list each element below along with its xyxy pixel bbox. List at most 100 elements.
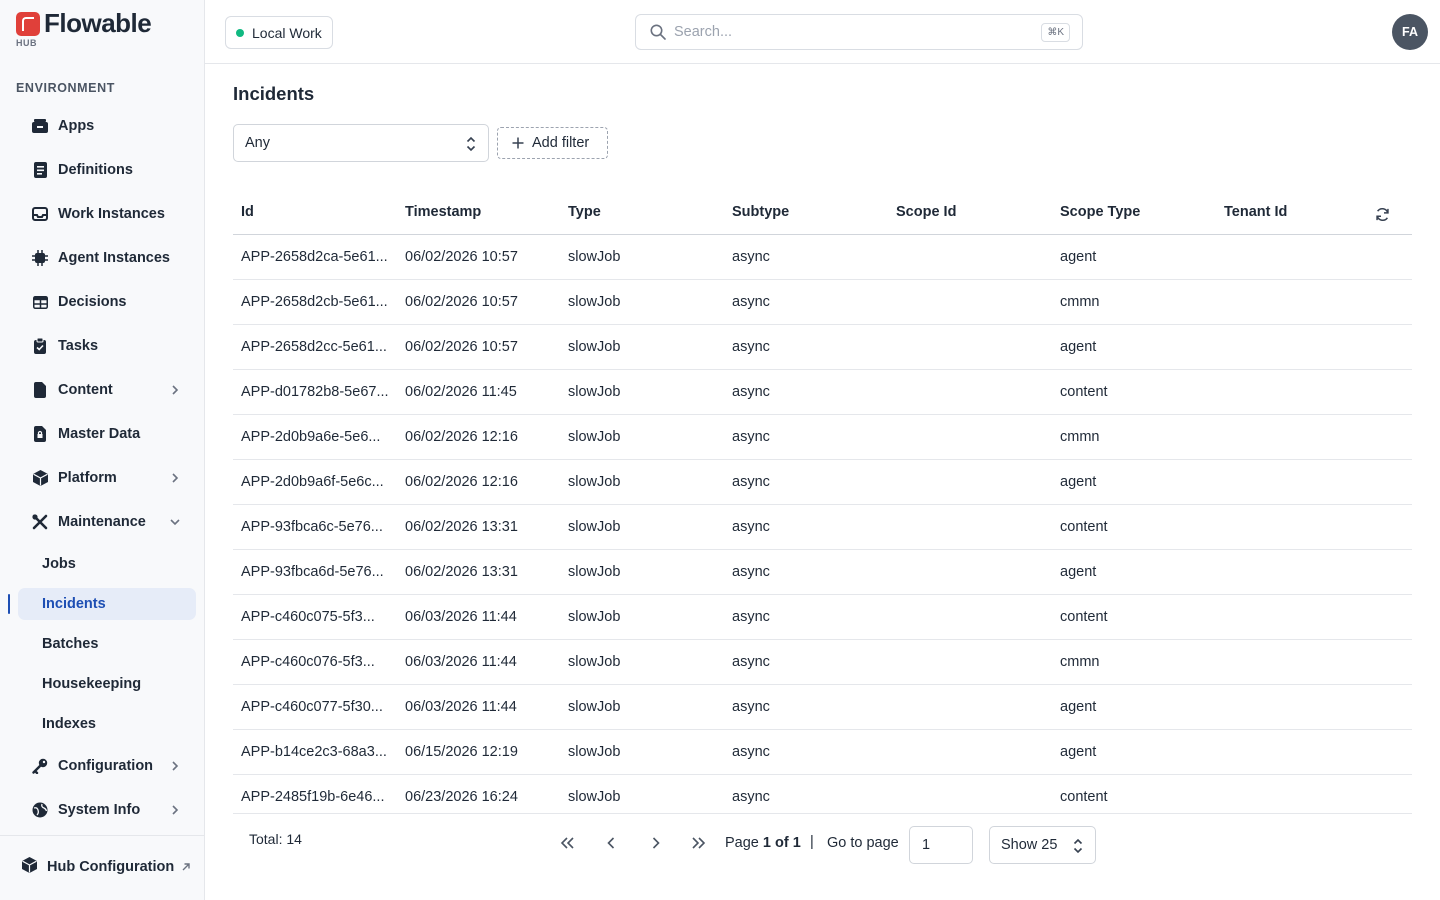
table-divider — [233, 813, 1412, 814]
cell-scope-type: agent — [1060, 339, 1097, 355]
sidebar-item-agent-instances[interactable]: Agent Instances — [18, 242, 196, 274]
table-row[interactable]: APP-2658d2ca-5e61... 06/02/2026 10:57 slow… — [233, 235, 1412, 280]
cube-icon — [22, 856, 37, 878]
table-icon — [32, 294, 48, 310]
sidebar-subitem-jobs[interactable]: Jobs — [18, 548, 196, 580]
first-page-button[interactable] — [557, 833, 577, 853]
last-page-button[interactable] — [689, 833, 709, 853]
page-prefix: Page — [725, 835, 759, 851]
cell-scope-type: agent — [1060, 249, 1097, 265]
sidebar-item-label: Master Data — [58, 426, 141, 442]
page-size-select[interactable]: Show 25 — [989, 826, 1096, 864]
cell-type: slowJob — [568, 654, 621, 670]
cell-scope-type: content — [1060, 519, 1108, 535]
search-input[interactable] — [674, 24, 1014, 40]
cell-type: slowJob — [568, 294, 621, 310]
column-header-tenant-id[interactable]: Tenant Id — [1224, 204, 1287, 220]
chevron-right-icon — [172, 385, 179, 395]
sidebar-item-label: System Info — [58, 802, 141, 818]
cell-type: slowJob — [568, 564, 621, 580]
sidebar-item-label: Decisions — [58, 294, 127, 310]
refresh-icon[interactable] — [1375, 207, 1390, 222]
sidebar-item-platform[interactable]: Platform — [18, 462, 196, 494]
cell-subtype: async — [732, 339, 770, 355]
sidebar-item-label: Configuration — [58, 758, 154, 774]
page-size-value: Show 25 — [1001, 837, 1058, 853]
sidebar-item-tasks[interactable]: Tasks — [18, 330, 196, 362]
sidebar-footer: Hub Configuration — [0, 835, 205, 900]
table-row[interactable]: APP-c460c075-5f3... 06/03/2026 11:44 slowJ… — [233, 595, 1412, 640]
flowable-logo[interactable]: Flowable HUB — [16, 10, 152, 48]
sidebar-item-label: Work Instances — [58, 206, 165, 222]
document-icon — [32, 382, 48, 398]
search-box[interactable]: ⌘K — [635, 14, 1083, 50]
chevron-double-left-icon — [560, 837, 574, 849]
hub-configuration-link[interactable]: Hub Configuration — [8, 850, 198, 884]
table-row[interactable]: APP-2485f19b-6e46... 06/23/2026 16:24 slow… — [233, 775, 1412, 813]
search-icon — [650, 24, 666, 40]
table-row[interactable]: APP-2d0b9a6f-5e6c... 06/02/2026 12:16 slow… — [233, 460, 1412, 505]
table-row[interactable]: APP-b14ce2c3-68a3... 06/15/2026 12:19 slow… — [233, 730, 1412, 775]
column-header-scope-type[interactable]: Scope Type — [1060, 204, 1140, 220]
chevron-up-down-icon — [466, 136, 476, 152]
cell-subtype: async — [732, 609, 770, 625]
go-to-page-input[interactable] — [909, 826, 973, 864]
cell-scope-type: content — [1060, 384, 1108, 400]
sidebar-item-decisions[interactable]: Decisions — [18, 286, 196, 318]
table-row[interactable]: APP-93fbca6d-5e76... 06/02/2026 13:31 slow… — [233, 550, 1412, 595]
previous-page-button[interactable] — [601, 833, 621, 853]
sidebar-subitem-incidents[interactable]: Incidents — [18, 588, 196, 620]
sidebar-item-maintenance[interactable]: Maintenance — [18, 506, 196, 538]
sidebar-subitem-indexes[interactable]: Indexes — [18, 708, 196, 740]
sidebar-item-system-info[interactable]: System Info — [18, 794, 196, 826]
incident-filter-select[interactable]: Any — [233, 124, 489, 162]
cell-subtype: async — [732, 294, 770, 310]
table-row[interactable]: APP-2658d2cb-5e61... 06/02/2026 10:57 slow… — [233, 280, 1412, 325]
table-row[interactable]: APP-93fbca6c-5e76... 06/02/2026 13:31 slow… — [233, 505, 1412, 550]
cell-id: APP-c460c076-5f3... — [241, 654, 375, 670]
sidebar-item-label: Definitions — [58, 162, 133, 178]
chevron-right-icon — [172, 473, 179, 483]
table-row[interactable]: APP-2658d2cc-5e61... 06/02/2026 10:57 slow… — [233, 325, 1412, 370]
add-filter-label: Add filter — [532, 135, 590, 151]
sidebar-item-content[interactable]: Content — [18, 374, 196, 406]
cell-id: APP-2d0b9a6e-5e6... — [241, 429, 381, 445]
page-title: Incidents — [233, 83, 315, 104]
cell-type: slowJob — [568, 744, 621, 760]
chevron-right-icon — [172, 805, 179, 815]
definitions-icon — [32, 162, 48, 178]
cell-timestamp: 06/02/2026 11:45 — [405, 384, 517, 400]
document-lock-icon — [32, 426, 48, 442]
apps-icon — [32, 118, 48, 134]
table-row[interactable]: APP-2d0b9a6e-5e6... 06/02/2026 12:16 slowJ… — [233, 415, 1412, 460]
table-row[interactable]: APP-c460c077-5f30... 06/03/2026 11:44 slow… — [233, 685, 1412, 730]
column-header-type[interactable]: Type — [568, 204, 601, 220]
search-shortcut-badge: ⌘K — [1041, 23, 1070, 42]
chevron-double-right-icon — [692, 837, 706, 849]
table-row[interactable]: APP-d01782b8-5e67... 06/02/2026 11:45 slow… — [233, 370, 1412, 415]
add-filter-button[interactable]: Add filter — [497, 127, 608, 159]
next-page-button[interactable] — [646, 833, 666, 853]
sidebar-item-master-data[interactable]: Master Data — [18, 418, 196, 450]
column-header-id[interactable]: Id — [241, 204, 254, 220]
top-bar: Local Work ⌘K FA — [205, 0, 1440, 64]
table-row[interactable]: APP-c460c076-5f3... 06/03/2026 11:44 slowJ… — [233, 640, 1412, 685]
cell-scope-type: agent — [1060, 744, 1097, 760]
column-header-scope-id[interactable]: Scope Id — [896, 204, 956, 220]
plus-icon — [512, 137, 524, 149]
column-header-subtype[interactable]: Subtype — [732, 204, 789, 220]
cell-subtype: async — [732, 384, 770, 400]
sidebar-item-definitions[interactable]: Definitions — [18, 154, 196, 186]
sidebar-item-configuration[interactable]: Configuration — [18, 750, 196, 782]
sidebar-item-work-instances[interactable]: Work Instances — [18, 198, 196, 230]
sidebar-subitem-housekeeping[interactable]: Housekeeping — [18, 668, 196, 700]
environment-selector[interactable]: Local Work — [225, 16, 333, 49]
cell-id: APP-c460c077-5f30... — [241, 699, 383, 715]
cell-id: APP-c460c075-5f3... — [241, 609, 375, 625]
user-avatar[interactable]: FA — [1392, 14, 1428, 50]
inbox-icon — [32, 206, 48, 222]
column-header-timestamp[interactable]: Timestamp — [405, 204, 481, 220]
sidebar-subitem-batches[interactable]: Batches — [18, 628, 196, 660]
sidebar-item-apps[interactable]: Apps — [18, 110, 196, 142]
sidebar-item-label: Content — [58, 382, 113, 398]
